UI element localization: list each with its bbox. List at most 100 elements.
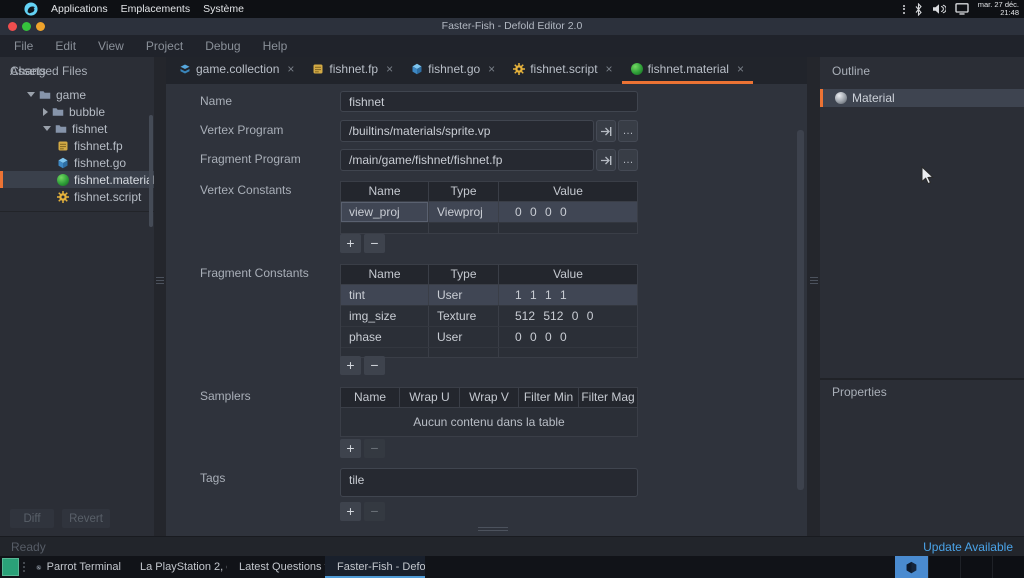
editor-scrollbar-thumb[interactable] [797,130,804,490]
left-splitter[interactable] [154,57,166,536]
diff-button[interactable]: Diff [10,509,54,528]
table-row[interactable]: img_size Texture 512 512 0 0 [341,306,637,327]
remove-row-button[interactable]: − [364,356,385,375]
window-maximize-button[interactable] [22,22,31,31]
constant-type-cell[interactable]: Texture [429,306,499,326]
constant-value-cell[interactable]: 0 0 0 0 [499,202,637,222]
table-row[interactable]: tint User 1 1 1 1 [341,285,637,306]
parrot-logo-icon[interactable] [24,2,38,16]
desktop-menu-systeme[interactable]: Système [203,3,244,15]
expander-closed-icon[interactable] [43,108,48,116]
fragment-program-input[interactable] [340,149,594,171]
assets-scrollbar-thumb[interactable] [149,115,153,227]
tags-input[interactable]: tile [340,468,638,497]
constant-name-cell[interactable]: tint [341,285,429,305]
table-row[interactable]: phase User 0 0 0 0 [341,327,637,348]
fragment-program-open-button[interactable] [596,149,616,171]
constant-value-cell[interactable]: 512 512 0 0 [499,306,637,326]
remove-row-button[interactable]: − [364,234,385,253]
remove-row-button[interactable]: − [364,439,385,458]
menu-edit[interactable]: Edit [44,39,87,53]
vertex-program-input[interactable] [340,120,594,142]
column-header[interactable]: Type [429,182,499,202]
constant-type-cell[interactable]: Viewproj [429,202,499,222]
desktop-menu-emplacements[interactable]: Emplacements [121,3,190,15]
column-header[interactable]: Filter Min [519,388,579,408]
tree-item-fishnet-fp[interactable]: fishnet.fp [0,137,154,154]
bluetooth-icon[interactable] [914,3,923,16]
menu-debug[interactable]: Debug [194,39,251,53]
tree-item-fishnet[interactable]: fishnet [0,120,154,137]
column-header[interactable]: Type [429,265,499,285]
tab-close-icon[interactable]: × [287,62,294,76]
desktop-menu-applications[interactable]: Applications [51,3,108,15]
column-header[interactable]: Name [341,388,400,408]
column-header[interactable]: Wrap V [460,388,519,408]
tab-fishnet-go[interactable]: fishnet.go × [402,57,504,84]
constant-value-cell[interactable]: 1 1 1 1 [499,285,637,305]
constant-name-cell[interactable]: view_proj [341,202,429,222]
panel-divider[interactable] [820,378,1024,380]
add-row-button[interactable]: + [340,439,361,458]
column-header[interactable]: Value [499,182,637,202]
task-defold-editor[interactable]: Faster-Fish - Defold Edi... [325,556,425,578]
outline-item-material[interactable]: Material [820,89,1024,107]
active-window-icon-cell[interactable] [895,556,928,578]
task-firefox-playstation[interactable]: La PlayStation 2, chroni... [128,556,227,578]
table-row[interactable]: view_proj Viewproj 0 0 0 0 [341,202,637,223]
vertex-program-browse-button[interactable]: … [618,120,638,142]
vertex-program-open-button[interactable] [596,120,616,142]
menu-help[interactable]: Help [252,39,299,53]
tree-item-fishnet-script[interactable]: fishnet.script [0,188,154,205]
menu-file[interactable]: File [3,39,44,53]
tree-item-game[interactable]: game [0,86,154,103]
name-input[interactable] [340,91,638,112]
column-header[interactable]: Value [499,265,637,285]
workspace-pager-cell[interactable] [960,556,992,578]
column-header[interactable]: Filter Mag [579,388,637,408]
menu-view[interactable]: View [87,39,135,53]
tree-item-fishnet-go[interactable]: fishnet.go [0,154,154,171]
constant-type-cell[interactable]: User [429,285,499,305]
constant-value-cell[interactable]: 0 0 0 0 [499,327,637,347]
bottom-splitter-grip[interactable] [478,525,508,533]
display-icon[interactable] [955,3,969,15]
tab-close-icon[interactable]: × [386,62,393,76]
remove-row-button[interactable]: − [364,502,385,521]
panel-overflow-dots-icon[interactable] [903,3,905,15]
add-row-button[interactable]: + [340,356,361,375]
right-splitter[interactable] [807,57,820,536]
tree-item-bubble[interactable]: bubble [0,103,154,120]
tree-item-fishnet-material[interactable]: fishnet.material [0,171,154,188]
clock[interactable]: mar. 27 déc. 21:48 [978,1,1019,17]
window-minimize-button[interactable] [36,22,45,31]
taskbar-handle-dots-icon[interactable] [23,560,25,574]
workspace-pager-cell[interactable] [992,556,1024,578]
update-available-link[interactable]: Update Available [923,540,1013,554]
volume-icon[interactable] [932,3,946,15]
add-row-button[interactable]: + [340,234,361,253]
window-close-button[interactable] [8,22,17,31]
tab-fishnet-fp[interactable]: fishnet.fp × [303,57,402,84]
tab-close-icon[interactable]: × [488,62,495,76]
splitter-grip[interactable] [156,275,164,286]
workspace-pager-cell[interactable] [928,556,960,578]
expander-open-icon[interactable] [43,126,51,131]
tab-close-icon[interactable]: × [737,62,744,76]
fragment-program-browse-button[interactable]: … [618,149,638,171]
tab-game-collection[interactable]: game.collection × [170,57,303,84]
tab-fishnet-script[interactable]: fishnet.script × [504,57,621,84]
add-row-button[interactable]: + [340,502,361,521]
tab-close-icon[interactable]: × [606,62,613,76]
task-firefox-questions[interactable]: Latest Questions topics... [227,556,325,578]
constant-name-cell[interactable]: phase [341,327,429,347]
constant-name-cell[interactable]: img_size [341,306,429,326]
column-header[interactable]: Wrap U [400,388,460,408]
column-header[interactable]: Name [341,182,429,202]
column-header[interactable]: Name [341,265,429,285]
menu-project[interactable]: Project [135,39,194,53]
tab-fishnet-material[interactable]: fishnet.material × [622,57,753,84]
splitter-grip[interactable] [810,275,818,286]
task-parrot-terminal[interactable]: Parrot Terminal [29,556,128,578]
workspace-preview[interactable] [2,558,19,576]
